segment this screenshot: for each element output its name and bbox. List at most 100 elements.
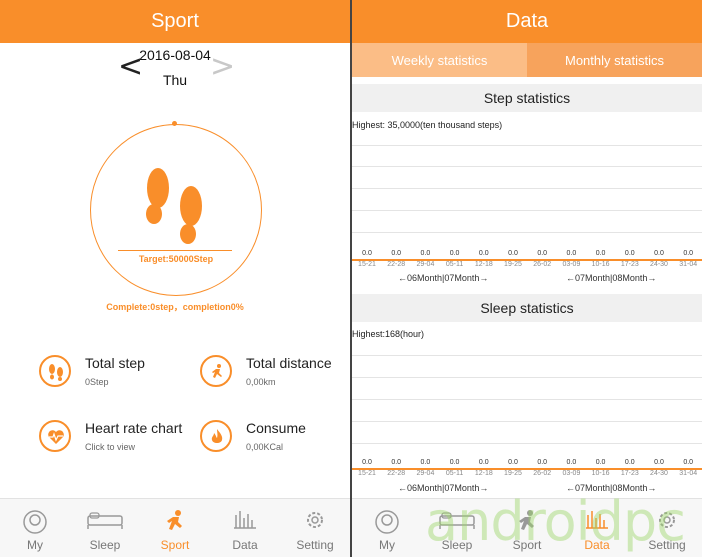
grid-line	[352, 355, 702, 356]
tab-weekly-statistics[interactable]: Weekly statistics	[352, 43, 527, 77]
bar-value-label: 0.0	[683, 250, 694, 257]
bar-value-label: 0.0	[683, 459, 694, 466]
consume-stat[interactable]: Consume 0,00KCal	[200, 420, 350, 460]
nav-label: Data	[584, 538, 610, 552]
nav-label: My	[27, 538, 43, 552]
page-title: Sport	[151, 10, 199, 32]
x-tick-label: 19-25	[504, 261, 522, 268]
x-tick-label: 12-18	[474, 470, 493, 477]
x-tick-label: 10-16	[591, 470, 610, 477]
bar-value-label: 0.0	[537, 250, 548, 257]
x-tick-label: 17-23	[620, 470, 639, 477]
x-tick-label: 17-23	[620, 261, 639, 268]
target-label: Target:50000Step	[138, 254, 214, 264]
nav-my[interactable]: My	[0, 499, 70, 557]
heart-rate-stat[interactable]: Heart rate chart Click to view	[39, 420, 189, 460]
page-title: Data	[505, 10, 549, 32]
statistics-tabs: Weekly statistics Monthly statistics	[352, 43, 702, 77]
nav-sleep[interactable]: Sleep	[422, 499, 492, 557]
bar-value-label: 0.0	[362, 459, 372, 466]
sleep-icon	[439, 512, 475, 529]
data-icon	[586, 511, 608, 529]
bar-value-label: 0.0	[391, 459, 402, 466]
grid-line	[352, 399, 702, 400]
sport-screen: Sport < 2016-08-04 Thu > Target:50000Ste…	[0, 0, 350, 557]
nav-sleep[interactable]: Sleep	[70, 499, 140, 557]
stat-value: Click to view	[85, 442, 136, 452]
running-person-icon	[200, 355, 232, 387]
stat-value: 0,00KCal	[246, 442, 284, 452]
nav-data[interactable]: Data	[210, 499, 280, 557]
x-tick-label: 31-04	[679, 470, 698, 477]
nav-my[interactable]: My	[352, 499, 422, 557]
flame-icon	[200, 420, 232, 452]
bar-value-label: 0.0	[391, 250, 402, 257]
month-range-label: ←07Month|08Month→	[566, 273, 657, 283]
month-range-label: ←07Month|08Month→	[566, 483, 657, 493]
data-screen: Data Weekly statistics Monthly statistic…	[352, 0, 702, 557]
sleep-statistics-title: Sleep statistics	[352, 294, 702, 322]
nav-setting[interactable]: Setting	[632, 499, 702, 557]
x-tick-label: 15-21	[358, 261, 376, 268]
x-tick-label: 29-04	[416, 261, 435, 268]
x-tick-label: 10-16	[591, 261, 610, 268]
month-range-label: ←06Month|07Month→	[398, 273, 489, 283]
x-tick-label: 24-30	[650, 470, 668, 477]
nav-label: Sleep	[441, 538, 473, 552]
x-tick-label: 05-11	[445, 470, 464, 477]
stat-title: Total distance	[246, 355, 332, 371]
total-step-stat[interactable]: Total step 0Step	[39, 355, 189, 395]
bar-value-label: 0.0	[478, 459, 489, 466]
target-divider	[118, 250, 232, 251]
my-icon	[375, 510, 399, 534]
bar-value-label: 0.0	[624, 250, 635, 257]
x-tick-label: 24-30	[650, 261, 668, 268]
grid-line	[352, 421, 702, 422]
setting-icon	[307, 512, 323, 528]
x-tick-label: 22-28	[387, 470, 406, 477]
bar-value-label: 0.0	[566, 459, 577, 466]
my-icon	[23, 510, 47, 534]
sport-app-bar: Sport	[0, 0, 350, 43]
bar-value-label: 0.0	[449, 250, 460, 257]
x-tick-label: 19-25	[504, 470, 522, 477]
sport-icon	[167, 510, 182, 530]
stat-title: Heart rate chart	[85, 420, 183, 436]
stat-value: 0Step	[85, 377, 109, 387]
total-distance-stat[interactable]: Total distance 0,00km	[200, 355, 350, 395]
grid-line	[352, 188, 702, 189]
step-highest-label: Highest: 35,0000(ten thousand steps)	[352, 120, 503, 130]
x-tick-label: 15-21	[358, 470, 376, 477]
nav-setting[interactable]: Setting	[280, 499, 350, 557]
date-navigator: < 2016-08-04 Thu >	[0, 44, 350, 94]
x-tick-label: 29-04	[416, 470, 435, 477]
tab-monthly-statistics[interactable]: Monthly statistics	[527, 43, 702, 77]
x-tick-label: 05-11	[445, 261, 464, 268]
nav-sport[interactable]: Sport	[140, 499, 210, 557]
x-tick-label: 12-18	[474, 261, 493, 268]
grid-line	[352, 166, 702, 167]
footprints-icon	[39, 355, 71, 387]
data-app-bar: Data	[352, 0, 702, 43]
completion-label: Complete:0step，completion0%	[106, 302, 244, 312]
next-day-button[interactable]: >	[210, 52, 235, 82]
nav-label: Sleep	[89, 538, 121, 552]
bar-value-label: 0.0	[449, 459, 460, 466]
nav-data[interactable]: Data	[562, 499, 632, 557]
grid-line	[352, 377, 702, 378]
date-label: 2016-08-04	[139, 47, 211, 63]
sleep-highest-label: Highest:168(hour)	[352, 329, 425, 339]
nav-label: Sport	[160, 538, 190, 552]
x-tick-label: 26-02	[533, 470, 552, 477]
nav-sport[interactable]: Sport	[492, 499, 562, 557]
grid-line	[352, 210, 702, 211]
nav-label: My	[379, 538, 395, 552]
bottom-navigation: My Sleep Sport Data Setting	[352, 498, 702, 557]
footprints-icon	[146, 168, 202, 244]
grid-line	[352, 232, 702, 233]
stat-title: Consume	[246, 420, 306, 436]
progress-indicator-dot	[172, 121, 177, 126]
stat-value: 0,00km	[246, 377, 276, 387]
x-tick-label: 03-09	[562, 261, 581, 268]
nav-label: Data	[232, 538, 258, 552]
